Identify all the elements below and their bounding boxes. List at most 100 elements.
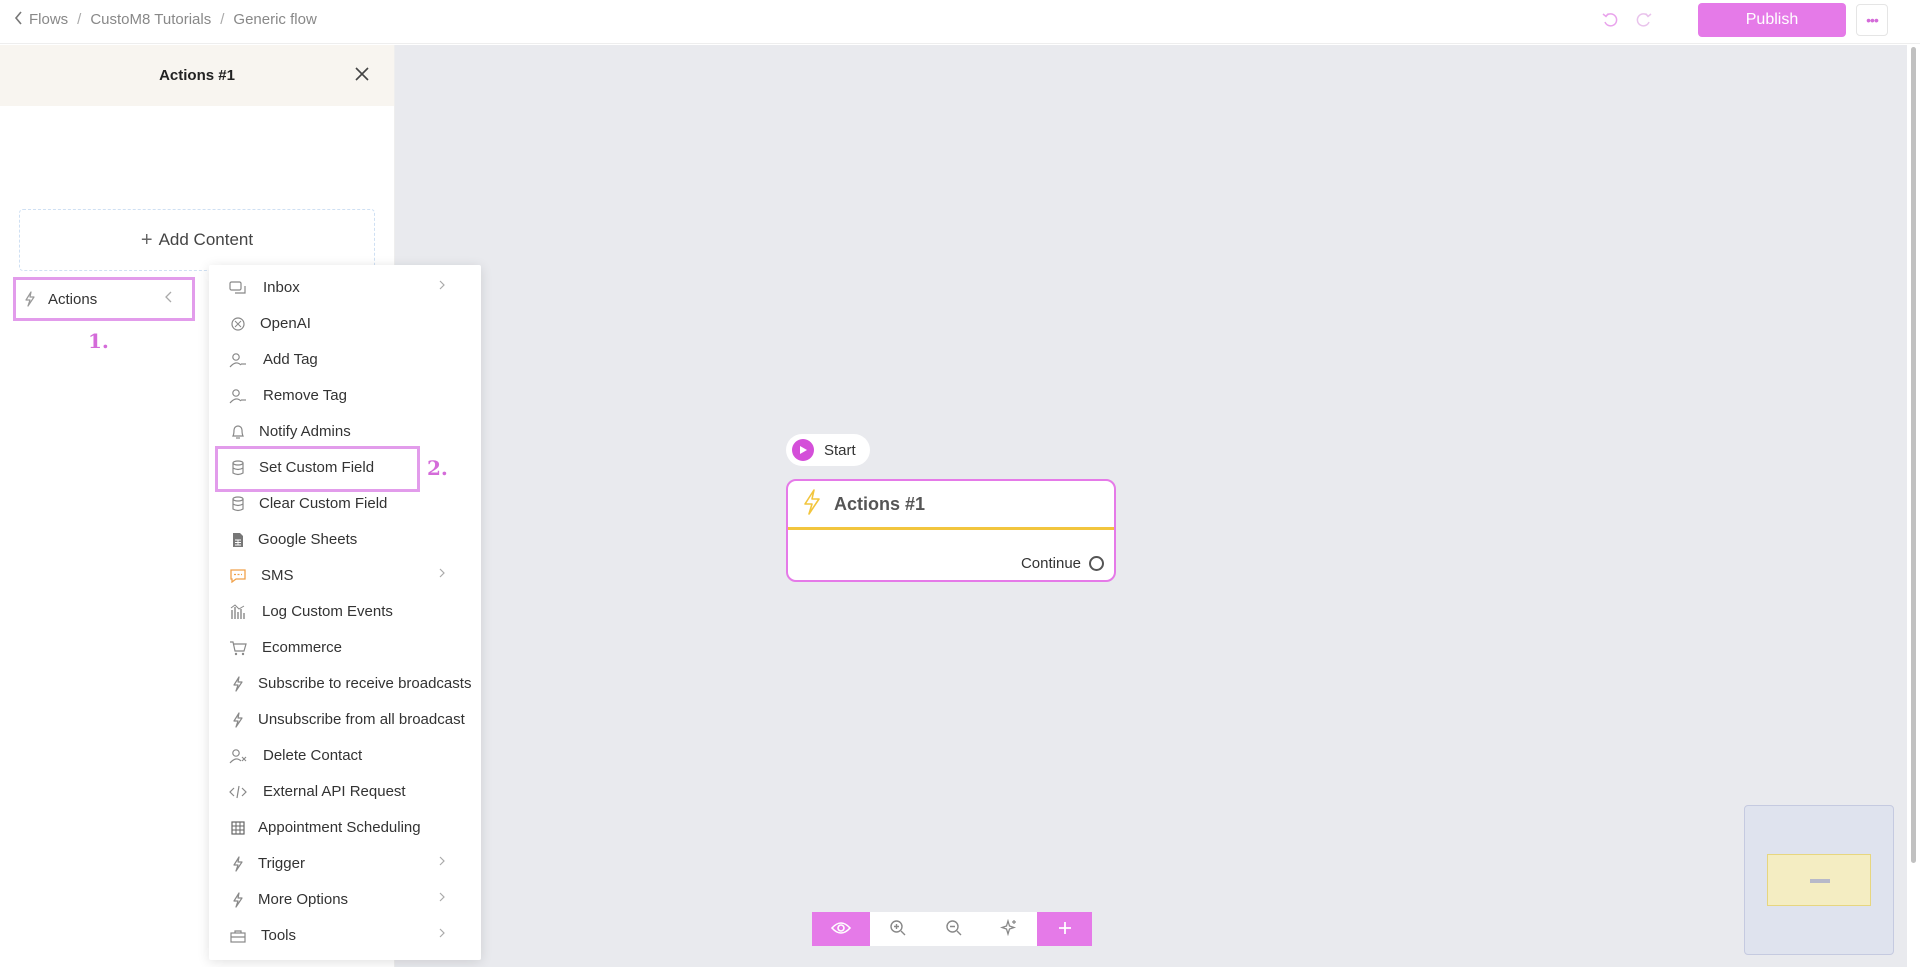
add-node-button[interactable]	[1037, 912, 1092, 946]
preview-button[interactable]	[812, 912, 870, 946]
bolt-icon	[229, 855, 247, 873]
menu-item-subscribe-broadcasts[interactable]: Subscribe to receive broadcasts	[209, 667, 481, 701]
menu-item-clear-custom-field[interactable]: Clear Custom Field	[209, 487, 481, 521]
plus-icon: +	[140, 228, 153, 251]
bolt-icon	[229, 711, 247, 729]
undo-redo-group	[1600, 10, 1654, 30]
toolbox-icon	[229, 927, 247, 945]
menu-item-label: Add Tag	[263, 351, 318, 368]
step-2-annotation: 2.	[427, 456, 448, 480]
menu-item-log-custom-events[interactable]: Log Custom Events	[209, 595, 481, 629]
chevron-left-icon[interactable]	[14, 11, 23, 28]
zoom-out-icon	[945, 919, 963, 940]
menu-item-label: Notify Admins	[259, 423, 351, 440]
menu-item-appointment-scheduling[interactable]: Appointment Scheduling	[209, 811, 481, 845]
bolt-icon	[229, 675, 247, 693]
zoom-in-button[interactable]	[870, 912, 926, 946]
menu-item-label: Google Sheets	[258, 531, 358, 548]
breadcrumb-item-flows[interactable]: Flows	[29, 11, 68, 28]
code-icon	[229, 783, 247, 801]
bell-icon	[229, 423, 247, 441]
plus-icon	[1057, 920, 1073, 939]
continue-port[interactable]	[1089, 556, 1104, 571]
database-icon	[229, 495, 247, 513]
chevron-right-icon	[439, 927, 445, 941]
minimap[interactable]	[1744, 805, 1894, 955]
breadcrumb-item-flow[interactable]: Generic flow	[233, 11, 316, 28]
menu-item-label: Remove Tag	[263, 387, 347, 404]
start-label: Start	[824, 441, 856, 459]
sidebar-header: Actions #1	[0, 45, 394, 106]
publish-button[interactable]: Publish	[1698, 3, 1846, 37]
menu-item-openai[interactable]: OpenAI	[209, 307, 481, 341]
add-content-label: Add Content	[158, 230, 254, 249]
redo-icon[interactable]	[1634, 10, 1654, 30]
actions-node[interactable]: Actions #1 Continue	[786, 479, 1116, 582]
zoom-out-button[interactable]	[926, 912, 981, 946]
chevron-right-icon	[439, 855, 445, 869]
menu-item-external-api-request[interactable]: External API Request	[209, 775, 481, 809]
close-icon[interactable]	[352, 64, 372, 84]
minimap-node	[1767, 854, 1871, 906]
add-tag-icon	[229, 351, 247, 369]
actions-dropdown-menu: Inbox OpenAI Add Tag Remove Tag Notify A…	[209, 265, 481, 960]
undo-icon[interactable]	[1600, 10, 1620, 30]
zoom-in-icon	[889, 919, 907, 940]
flow-canvas[interactable]	[395, 45, 1907, 967]
chevron-right-icon	[439, 567, 445, 581]
start-node[interactable]: Start	[786, 434, 870, 466]
actions-node-title: Actions #1	[834, 493, 926, 514]
remove-tag-icon	[229, 387, 247, 405]
actions-menu-trigger[interactable]: Actions	[13, 277, 195, 321]
breadcrumb: Flows / CustoM8 Tutorials / Generic flow	[14, 11, 317, 28]
menu-item-add-tag[interactable]: Add Tag	[209, 343, 481, 377]
actions-node-header: Actions #1	[788, 481, 1114, 530]
bolt-icon	[802, 488, 822, 520]
menu-item-delete-contact[interactable]: Delete Contact	[209, 739, 481, 773]
menu-item-label: Appointment Scheduling	[258, 819, 421, 836]
auto-arrange-button[interactable]	[981, 912, 1037, 946]
more-options-icon[interactable]: •••	[1856, 4, 1888, 36]
add-content-button[interactable]: + Add Content	[19, 209, 375, 271]
menu-item-label: OpenAI	[260, 315, 311, 332]
continue-label: Continue	[1020, 555, 1081, 572]
breadcrumb-separator: /	[77, 11, 82, 28]
menu-item-label: Tools	[261, 927, 297, 944]
menu-item-inbox[interactable]: Inbox	[209, 271, 481, 305]
chevron-left-icon	[165, 290, 172, 306]
menu-item-label: External API Request	[263, 783, 406, 800]
top-bar: Flows / CustoM8 Tutorials / Generic flow…	[0, 0, 1920, 44]
menu-item-remove-tag[interactable]: Remove Tag	[209, 379, 481, 413]
chart-icon	[229, 603, 247, 621]
chevron-right-icon	[439, 891, 445, 905]
menu-item-google-sheets[interactable]: Google Sheets	[209, 523, 481, 557]
vertical-scrollbar[interactable]	[1907, 45, 1920, 967]
eye-icon	[830, 921, 852, 938]
chevron-right-icon	[439, 279, 445, 293]
play-icon	[792, 439, 814, 461]
menu-item-label: Delete Contact	[263, 747, 363, 764]
menu-item-label: SMS	[261, 567, 294, 584]
menu-item-notify-admins[interactable]: Notify Admins	[209, 415, 481, 449]
sparkle-icon	[999, 918, 1018, 940]
step-1-annotation: 1.	[88, 329, 109, 353]
canvas-toolbar	[812, 912, 1092, 946]
menu-item-label: Inbox	[263, 279, 300, 296]
menu-item-label: Ecommerce	[262, 639, 343, 656]
scrollbar-thumb[interactable]	[1911, 47, 1916, 863]
menu-item-tools[interactable]: Tools	[209, 919, 481, 953]
breadcrumb-separator: /	[220, 11, 225, 28]
bolt-icon	[24, 291, 36, 307]
sms-icon	[229, 567, 247, 585]
menu-item-sms[interactable]: SMS	[209, 559, 481, 593]
bolt-icon	[229, 891, 247, 909]
menu-item-trigger[interactable]: Trigger	[209, 847, 481, 881]
menu-item-unsubscribe-broadcast[interactable]: Unsubscribe from all broadcast	[209, 703, 481, 737]
menu-item-ecommerce[interactable]: Ecommerce	[209, 631, 481, 665]
breadcrumb-item-folder[interactable]: CustoM8 Tutorials	[90, 11, 211, 28]
menu-item-more-options[interactable]: More Options	[209, 883, 481, 917]
continue-output: Continue	[1021, 555, 1104, 572]
menu-item-label: More Options	[258, 891, 349, 908]
set-custom-field-highlight	[215, 446, 420, 492]
menu-item-label: Unsubscribe from all broadcast	[258, 711, 465, 728]
